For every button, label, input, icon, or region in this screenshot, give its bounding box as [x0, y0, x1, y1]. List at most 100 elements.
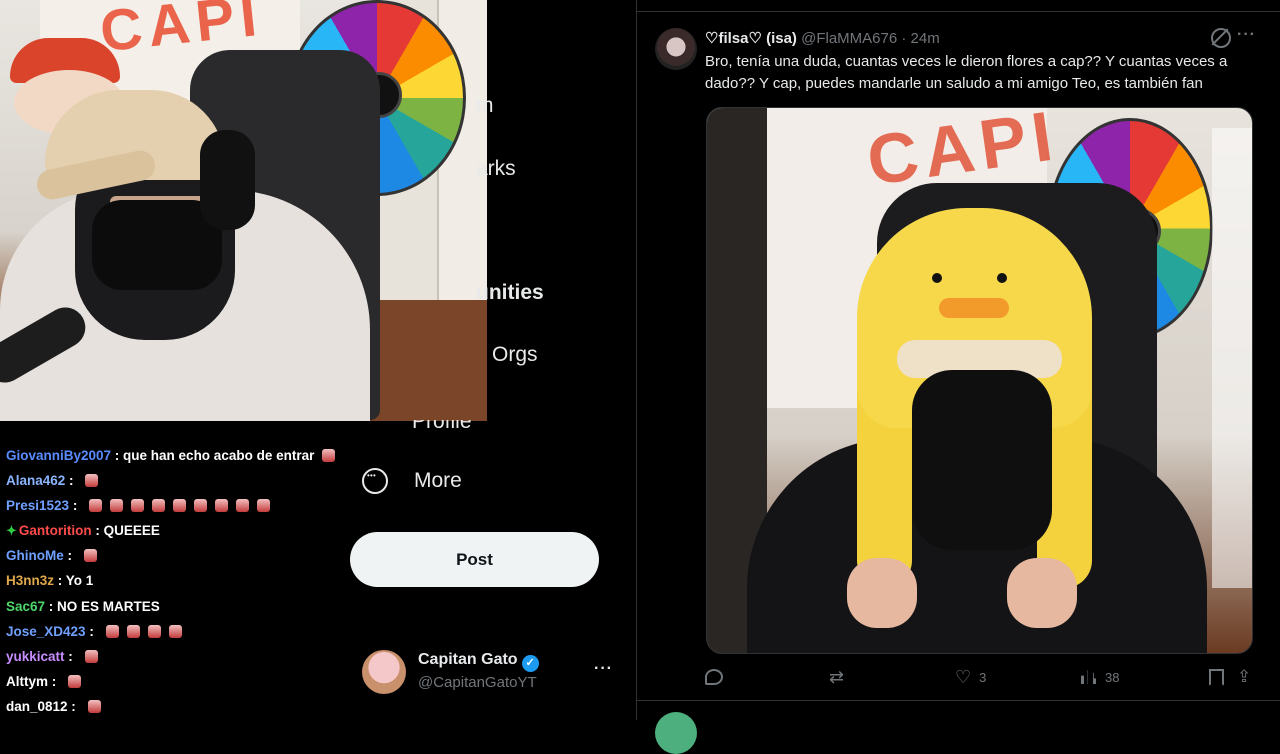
chat-text: NO ES MARTES	[57, 598, 160, 614]
chat-message: GhinoMe :	[0, 543, 350, 568]
reply-icon	[705, 669, 723, 685]
chat-emote-icon	[89, 499, 103, 513]
timeline: ♡filsa♡ (isa) @FlaMMA676 · 24m ··· Bro, …	[636, 0, 1280, 754]
chat-separator: :	[85, 623, 98, 639]
post-button[interactable]: Post	[350, 532, 599, 587]
media-chat-overlay	[1212, 128, 1252, 588]
account-name-text: Capitan Gato	[418, 651, 518, 668]
nav-item-fragment[interactable]: m	[476, 94, 494, 118]
divider	[637, 11, 1280, 12]
chat-emote-icon	[126, 624, 140, 638]
chat-username[interactable]: GiovanniBy2007	[6, 448, 111, 463]
media-hand-left	[847, 558, 917, 628]
tweet-author-name[interactable]: ♡filsa♡ (isa)	[705, 30, 797, 47]
chat-emote-icon	[147, 624, 161, 638]
chat-separator: :	[111, 448, 124, 463]
repost-icon: ⇄	[829, 667, 845, 687]
chat-separator: :	[69, 498, 82, 514]
tweet-time[interactable]: 24m	[911, 30, 940, 47]
chat-text: Yo 1	[65, 573, 94, 589]
chat-username[interactable]: Sac67	[6, 599, 45, 614]
chat-username[interactable]: Alana462	[6, 473, 65, 488]
chat-separator: :	[65, 473, 78, 489]
chat-separator: :	[54, 573, 66, 589]
chat-emote-icon	[105, 624, 119, 638]
chat-emote-icon	[236, 499, 250, 513]
chat-emote-icon	[322, 449, 336, 462]
nav-item-profile-fragment[interactable]: Profile	[412, 420, 472, 430]
bookmark-button[interactable]	[1209, 666, 1224, 688]
media-duck-beak	[939, 298, 1009, 318]
media-hands	[847, 558, 1097, 628]
chat-message: H3nn3z : Yo 1	[0, 568, 350, 593]
chat-separator: :	[64, 648, 77, 664]
heart-icon: ♡	[955, 667, 972, 687]
account-switcher[interactable]: Capitan Gato ✓ @CapitanGatoYT ···	[362, 648, 622, 696]
like-count: 3	[979, 669, 987, 685]
chat-message: yukkicatt :	[0, 644, 350, 669]
chat-message: Alttym :	[0, 669, 350, 694]
chat-username[interactable]: GhinoMe	[6, 548, 64, 563]
tweet-media-image[interactable]: CAPI	[706, 107, 1253, 654]
chat-emote-icon	[87, 699, 101, 713]
chat-message: Alana462 :	[0, 468, 350, 493]
chat-message: Presi1523 :	[0, 493, 350, 518]
headset	[200, 130, 255, 230]
views-button[interactable]: 38	[1081, 666, 1119, 688]
tweet-author-avatar[interactable]	[655, 28, 697, 70]
chat-emote-icon	[131, 499, 145, 513]
chat-separator: :	[91, 523, 104, 539]
account-name: Capitan Gato ✓	[418, 651, 539, 672]
nav-item-more[interactable]: More	[362, 466, 462, 496]
chat-message: ✦ Gantorition : QUEEEE	[0, 518, 350, 543]
nav-item-bookmarks-fragment[interactable]: arks	[476, 157, 516, 181]
grok-icon[interactable]	[1211, 28, 1231, 48]
tweet-separator: ·	[901, 30, 907, 47]
stream-chat: GiovanniBy2007 : que han echo acabo de e…	[0, 443, 350, 719]
chat-username[interactable]: Jose_XD423	[6, 624, 86, 639]
chat-emote-icon	[83, 549, 97, 563]
media-streamer-mask	[912, 370, 1052, 550]
avatar	[362, 650, 406, 694]
share-icon: ⇪	[1237, 667, 1252, 686]
chat-message: Jose_XD423 :	[0, 619, 350, 644]
tweet-author-handle[interactable]: @FlaMMA676	[801, 30, 897, 47]
chat-emote-icon	[68, 674, 82, 688]
views-count: 38	[1105, 669, 1120, 685]
chat-username[interactable]: Gantorition	[19, 523, 92, 538]
like-button[interactable]: ♡ 3	[955, 666, 986, 688]
chat-emote-icon	[257, 499, 271, 513]
chat-emote-icon	[215, 499, 229, 513]
next-tweet-avatar[interactable]	[655, 712, 697, 754]
views-bar-chart-icon	[1081, 670, 1097, 684]
chat-text: QUEEEE	[103, 523, 160, 539]
share-button[interactable]: ⇪	[1237, 666, 1251, 688]
chat-emote-icon	[85, 474, 99, 488]
chat-username[interactable]: H3nn3z	[6, 573, 54, 588]
webcam-overlay: CAPI	[0, 0, 487, 421]
chat-separator: :	[48, 673, 61, 689]
media-duck-eye-right	[997, 273, 1007, 283]
more-circle-icon	[362, 468, 388, 494]
chat-emote-icon	[173, 499, 187, 513]
chat-message: GiovanniBy2007 : que han echo acabo de e…	[0, 443, 350, 468]
chat-emote-icon	[152, 499, 166, 513]
chat-emote-icon	[110, 499, 124, 513]
chat-separator: :	[67, 698, 80, 714]
reply-button[interactable]	[705, 666, 731, 688]
media-hand-right	[1007, 558, 1077, 628]
chat-username[interactable]: dan_0812	[6, 699, 68, 714]
chat-username[interactable]: yukkicatt	[6, 649, 65, 664]
chat-text: que han echo acabo de entrar	[123, 448, 315, 463]
account-more-icon[interactable]: ···	[594, 660, 613, 678]
nav-item-more-label: More	[414, 469, 462, 492]
chat-username[interactable]: Alttym	[6, 674, 48, 689]
nav-item-orgs-fragment[interactable]: Orgs	[492, 343, 538, 367]
chat-emote-icon	[168, 624, 182, 638]
nav-item-communities-fragment[interactable]: unities	[476, 281, 544, 305]
repost-button[interactable]: ⇄	[829, 666, 852, 688]
verified-badge-icon: ✓	[521, 655, 539, 672]
chat-username[interactable]: Presi1523	[6, 498, 69, 513]
tweet-more-icon[interactable]: ···	[1237, 26, 1256, 44]
tweet-text: Bro, tenía una duda, cuantas veces le di…	[705, 53, 1228, 92]
